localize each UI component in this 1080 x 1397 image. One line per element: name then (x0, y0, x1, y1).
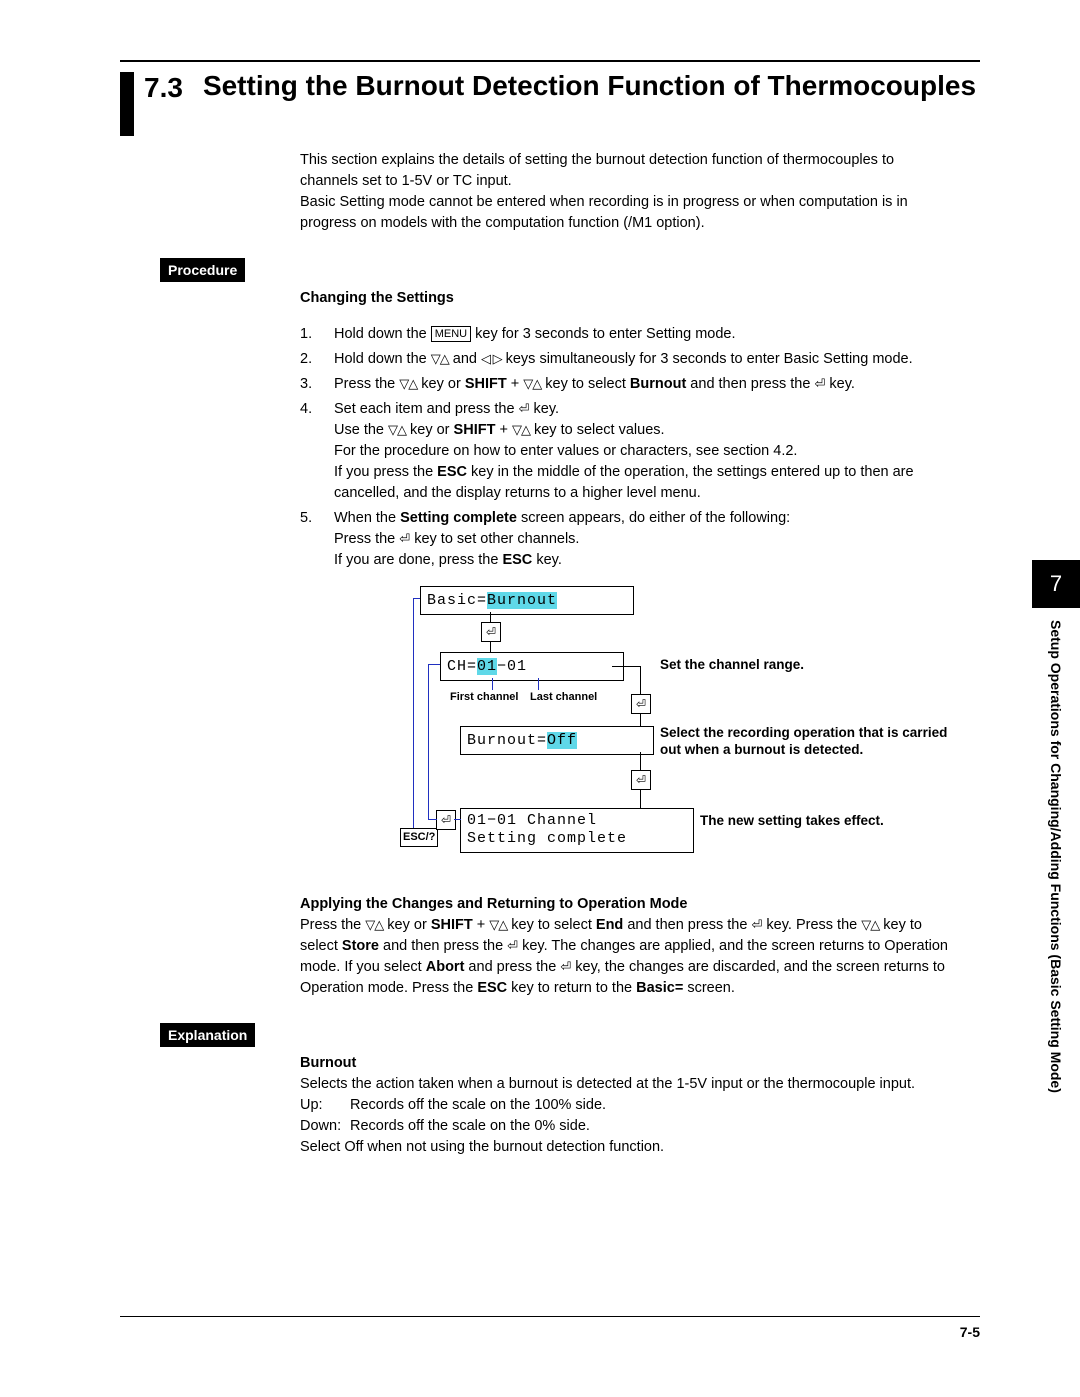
top-rule (120, 60, 980, 62)
diagram-note-2: Select the recording operation that is c… (660, 724, 960, 759)
shift-key: SHIFT (431, 917, 473, 933)
section-title: Setting the Burnout Detection Function o… (203, 70, 976, 102)
applying-section: Applying the Changes and Returning to Op… (300, 894, 960, 999)
updown-key-icon: ▽△ (489, 918, 507, 931)
procedure-steps: 1. Hold down the MENU key for 3 seconds … (300, 324, 960, 571)
step-num: 2. (300, 349, 334, 370)
step-3: 3. Press the ▽△ key or SHIFT + ▽△ key to… (300, 374, 960, 395)
menu-key-icon: MENU (431, 326, 471, 342)
flow-line-blue (428, 664, 429, 819)
last-channel-label: Last channel (530, 690, 597, 706)
enter-key-icon: ⏎ (507, 937, 518, 956)
leftright-key-icon: ◁ ▷ (481, 352, 502, 365)
enter-symbol: ⏎ (631, 770, 651, 790)
shift-key: SHIFT (454, 422, 496, 438)
setting-complete: Setting complete (400, 510, 517, 526)
updown-key-icon: ▽△ (365, 918, 383, 931)
explanation-down: Down:Records off the scale on the 0% sid… (300, 1116, 960, 1137)
updown-key-icon: ▽△ (523, 377, 541, 390)
step-num: 4. (300, 399, 334, 504)
explanation-section: Burnout Selects the action taken when a … (300, 1053, 960, 1158)
side-running-title: Setup Operations for Changing/Adding Fun… (1046, 620, 1066, 1180)
flow-line-blue (413, 598, 420, 599)
flow-line-blue (413, 598, 414, 828)
step-body: Press the ▽△ key or SHIFT + ▽△ key to se… (334, 374, 960, 395)
explanation-up: Up:Records off the scale on the 100% sid… (300, 1095, 960, 1116)
flow-diagram: Basic=Burnout ⏎ CH=01−01 Set the channel… (300, 586, 980, 876)
flow-line-blue (428, 819, 437, 820)
updown-key-icon: ▽△ (399, 377, 417, 390)
diagram-box-ch: CH=01−01 (440, 652, 624, 682)
section-header: 7.3 Setting the Burnout Detection Functi… (120, 70, 980, 136)
flow-line (492, 678, 493, 690)
explanation-badge: Explanation (160, 1023, 255, 1047)
diagram-highlight: Off (547, 732, 577, 749)
step-body: Hold down the ▽△ and ◁ ▷ keys simultaneo… (334, 349, 960, 370)
explanation-p1: Selects the action taken when a burnout … (300, 1074, 960, 1095)
updown-key-icon: ▽△ (861, 918, 879, 931)
step-body: Set each item and press the ⏎ key. Use t… (334, 399, 960, 504)
enter-key-icon: ⏎ (399, 530, 410, 549)
step-body: Hold down the MENU key for 3 seconds to … (334, 324, 960, 345)
step-5: 5. When the Setting complete screen appe… (300, 508, 960, 571)
enter-key-icon: ⏎ (519, 400, 530, 419)
flow-line-blue (454, 819, 461, 820)
flow-line-blue (428, 664, 440, 665)
updown-key-icon: ▽△ (512, 423, 530, 436)
section-number: 7.3 (144, 70, 183, 104)
applying-head: Applying the Changes and Returning to Op… (300, 894, 960, 915)
burnout-word: Burnout (630, 376, 686, 392)
enter-symbol: ⏎ (481, 622, 501, 642)
changing-settings-head: Changing the Settings (300, 288, 980, 309)
bottom-rule (120, 1316, 980, 1317)
end-word: End (596, 917, 623, 933)
explanation-p2: Select Off when not using the burnout de… (300, 1137, 960, 1158)
diagram-highlight: Burnout (487, 592, 557, 609)
updown-key-icon: ▽△ (388, 423, 406, 436)
diagram-box-basic: Basic=Burnout (420, 586, 634, 616)
abort-word: Abort (426, 959, 465, 975)
step-1: 1. Hold down the MENU key for 3 seconds … (300, 324, 960, 345)
enter-key-icon: ⏎ (814, 375, 825, 394)
enter-symbol: ⏎ (631, 694, 651, 714)
first-channel-label: First channel (450, 690, 518, 706)
intro-text: This section explains the details of set… (300, 150, 940, 234)
diagram-box-burnout: Burnout=Off (460, 726, 654, 756)
step-num: 5. (300, 508, 334, 571)
header-marker (120, 72, 134, 136)
step-2: 2. Hold down the ▽△ and ◁ ▷ keys simulta… (300, 349, 960, 370)
esc-key: ESC (437, 464, 467, 480)
page-number: 7-5 (960, 1322, 980, 1342)
esc-key: ESC (502, 552, 532, 568)
diagram-box-complete: 01−01 Channel Setting complete (460, 808, 694, 854)
flow-line (612, 666, 640, 667)
burnout-head: Burnout (300, 1053, 960, 1074)
intro-p1: This section explains the details of set… (300, 150, 940, 192)
step-num: 3. (300, 374, 334, 395)
shift-key: SHIFT (465, 376, 507, 392)
chapter-tab: 7 (1032, 560, 1080, 608)
updown-key-icon: ▽△ (431, 352, 449, 365)
diagram-note-3: The new setting takes effect. (700, 812, 884, 830)
flow-line (538, 678, 539, 690)
step-body: When the Setting complete screen appears… (334, 508, 960, 571)
basic-eq: Basic= (636, 980, 683, 996)
diagram-highlight: 01 (477, 658, 497, 675)
step-num: 1. (300, 324, 334, 345)
esc-key: ESC (477, 980, 507, 996)
enter-key-icon: ⏎ (560, 958, 571, 977)
page: 7.3 Setting the Burnout Detection Functi… (0, 0, 1080, 1397)
procedure-badge: Procedure (160, 258, 245, 282)
applying-body: Press the ▽△ key or SHIFT + ▽△ key to se… (300, 915, 960, 999)
esc-key-box: ESC/? (400, 828, 438, 848)
diagram-note-1: Set the channel range. (660, 656, 804, 674)
enter-key-icon: ⏎ (751, 916, 762, 935)
step-4: 4. Set each item and press the ⏎ key. Us… (300, 399, 960, 504)
enter-symbol: ⏎ (436, 810, 456, 830)
store-word: Store (342, 938, 379, 954)
intro-p2: Basic Setting mode cannot be entered whe… (300, 192, 940, 234)
